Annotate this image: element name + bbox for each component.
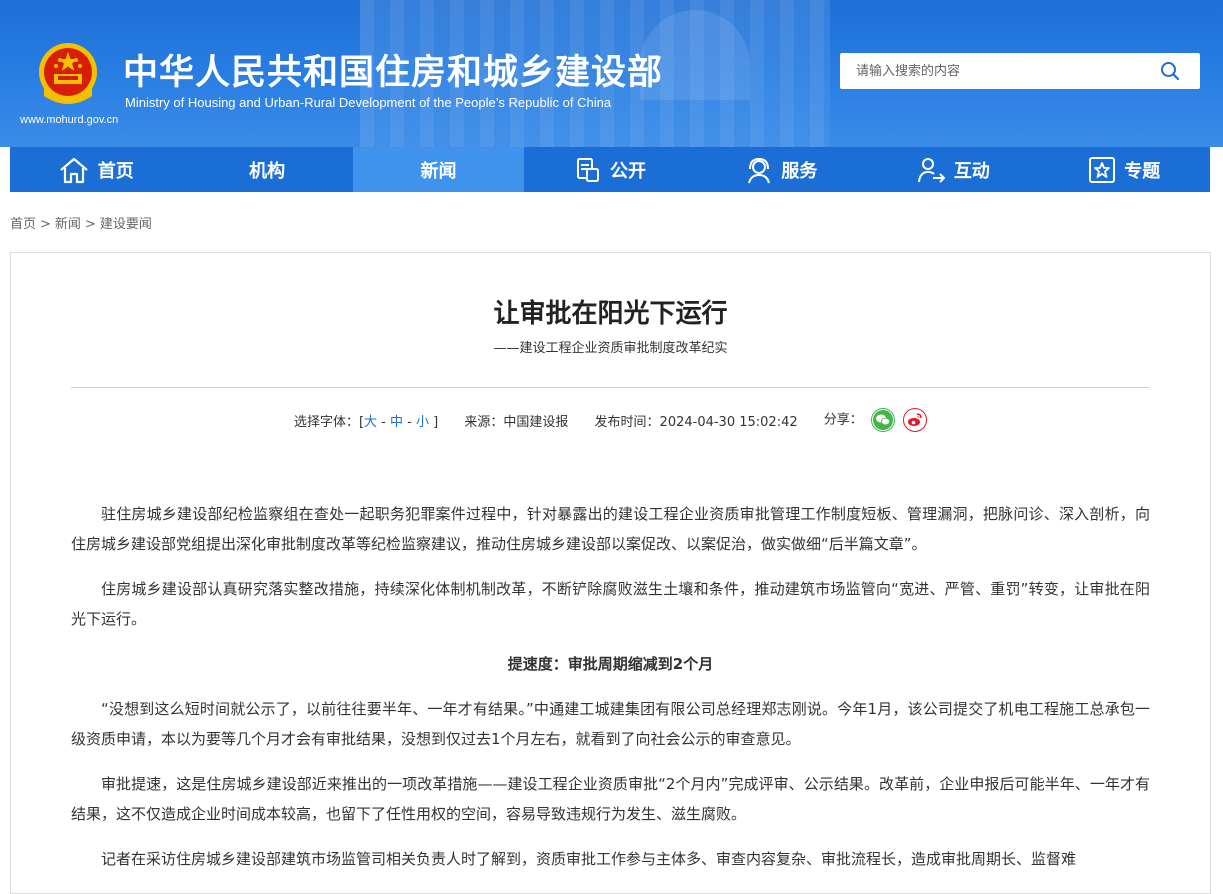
breadcrumb-news[interactable]: 新闻 — [55, 217, 81, 232]
article-meta: 选择字体：[大 - 中 - 小 ] 来源：中国建设报 发布时间：2024-04-… — [11, 408, 1210, 432]
site-title[interactable]: 中华人民共和国住房和城乡建设部 — [123, 44, 663, 95]
article-paragraph: 驻住房城乡建设部纪检监察组在查处一起职务犯罪案件过程中，针对暴露出的建设工程企业… — [71, 505, 1150, 553]
nav-item-home[interactable]: 首页 — [10, 147, 181, 192]
font-size-close: ] — [433, 414, 439, 430]
nav-item-public[interactable]: 公开 — [524, 147, 695, 192]
breadcrumb-separator: > — [84, 217, 96, 232]
national-emblem-icon[interactable] — [36, 40, 100, 110]
search-box — [840, 53, 1200, 89]
site-subtitle: Ministry of Housing and Urban-Rural Deve… — [125, 95, 612, 110]
home-icon — [59, 157, 88, 183]
article-paragraph: 住房城乡建设部认真研究落实整改措施，持续深化体制机制改革，不断铲除腐败滋生土壤和… — [71, 580, 1150, 628]
nav-item-service[interactable]: 服务 — [696, 147, 867, 192]
title-divider — [71, 387, 1150, 388]
star-icon — [1089, 156, 1116, 183]
nav-label: 互动 — [953, 160, 990, 182]
article-subtitle: ——建设工程企业资质审批制度改革纪实 — [493, 341, 728, 356]
weibo-icon[interactable] — [903, 408, 928, 432]
nav-label: 机构 — [249, 160, 286, 182]
search-input[interactable] — [840, 53, 1156, 89]
nav-item-interaction[interactable]: 互动 — [867, 147, 1038, 192]
article-title: 让审批在阳光下运行 — [493, 299, 728, 329]
nav-item-organization[interactable]: 机构 — [181, 147, 352, 192]
font-size-selector: 选择字体：[大 - 中 - 小 ] — [294, 411, 438, 430]
font-size-medium[interactable]: 中 — [390, 415, 403, 430]
publish-time: 发布时间：2024-04-30 15:02:42 — [594, 414, 798, 430]
article-paragraph: 记者在采访住房城乡建设部建筑市场监管司相关负责人时了解到，资质审批工作参与主体多… — [101, 850, 1077, 868]
font-size-small[interactable]: 小 — [416, 415, 429, 430]
user-interaction-icon — [917, 157, 946, 183]
nav-item-news[interactable]: 新闻 — [352, 147, 525, 192]
main-nav: 首页 机构 新闻 公开 服务 互动 专题 — [10, 147, 1210, 192]
article-paragraph: 审批提速，这是住房城乡建设部近来推出的一项改革措施——建设工程企业资质审批“2个… — [71, 775, 1150, 823]
article-section-heading: 提速度：审批周期缩减到2个月 — [507, 655, 714, 673]
service-icon — [748, 157, 771, 183]
font-size-label: 选择字体：[ — [293, 414, 365, 430]
breadcrumb-building-news[interactable]: 建设要闻 — [100, 217, 152, 232]
share-label: 分享： — [823, 412, 863, 428]
nav-label: 新闻 — [420, 160, 457, 182]
breadcrumb-separator: > — [40, 217, 51, 232]
article-card: 让审批在阳光下运行 ——建设工程企业资质审批制度改革纪实 选择字体：[大 - 中… — [10, 252, 1211, 894]
header-banner: www.mohurd.gov.cn 中华人民共和国住房和城乡建设部 Minist… — [0, 0, 1223, 147]
wechat-icon[interactable] — [870, 408, 895, 432]
search-icon[interactable] — [1160, 61, 1180, 81]
article-body: 驻住房城乡建设部纪检监察组在查处一起职务犯罪案件过程中，针对暴露出的建设工程企业… — [71, 499, 1150, 889]
article-source: 来源：中国建设报 — [464, 414, 569, 430]
breadcrumb-home[interactable]: 首页 — [10, 217, 36, 232]
font-size-large[interactable]: 大 — [364, 415, 377, 430]
site-url: www.mohurd.gov.cn — [20, 114, 119, 126]
nav-label: 专题 — [1124, 160, 1161, 182]
nav-item-topics[interactable]: 专题 — [1039, 147, 1210, 192]
font-size-dash: - — [407, 414, 412, 430]
share-group: 分享： — [823, 408, 928, 432]
nav-label: 首页 — [97, 160, 134, 182]
nav-label: 服务 — [781, 160, 818, 182]
breadcrumb: 首页 > 新闻 > 建设要闻 — [10, 213, 152, 232]
nav-label: 公开 — [609, 160, 646, 182]
document-icon — [576, 157, 599, 182]
font-size-dash: - — [381, 414, 386, 430]
article-paragraph: “没想到这么短时间就公示了，以前往往要半年、一年才有结果。”中通建工城建集团有限… — [71, 700, 1150, 748]
